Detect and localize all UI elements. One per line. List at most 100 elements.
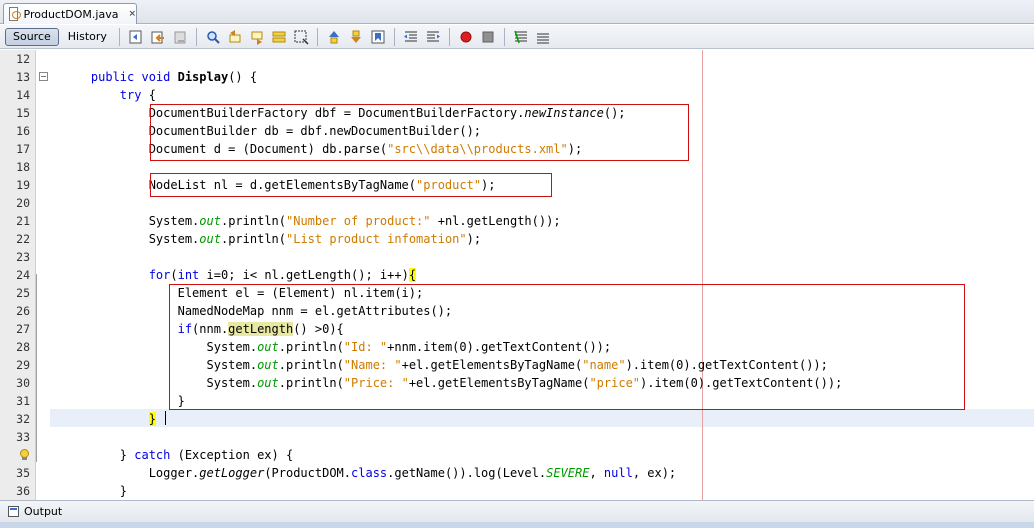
- code-segment: }: [62, 484, 128, 498]
- line-number: 32: [16, 412, 30, 426]
- line-number: 25: [16, 286, 30, 300]
- code-segment: () {: [228, 70, 258, 84]
- code-text: try {: [62, 86, 156, 104]
- code-line: 13 public void Display() {: [0, 68, 1034, 86]
- code-line: 36 }: [0, 482, 1034, 500]
- code-keyword: public void: [62, 70, 171, 84]
- code-line: 34 } catch (Exception ex) {: [0, 446, 1034, 464]
- output-window-icon: [8, 506, 19, 517]
- stop-macro-icon[interactable]: [479, 28, 497, 46]
- start-macro-icon[interactable]: [457, 28, 475, 46]
- output-panel-bar[interactable]: Output: [0, 500, 1034, 522]
- code-editor[interactable]: − 12 13 public void Display() { 14 try {…: [0, 50, 1034, 500]
- line-number: 35: [16, 466, 30, 480]
- tab-title: ProductDOM.java: [23, 7, 119, 21]
- editor-toolbar: Source History: [0, 25, 1034, 49]
- code-line: 21 System.out.println("Number of product…: [0, 212, 1034, 230]
- find-next-icon[interactable]: [248, 28, 266, 46]
- code-line: 22 System.out.println("List product info…: [0, 230, 1034, 248]
- static-method: getLogger: [199, 466, 265, 480]
- find-selection-icon[interactable]: [204, 28, 222, 46]
- code-keyword: catch: [134, 448, 171, 462]
- line-number: 14: [16, 88, 30, 102]
- comment-icon[interactable]: [512, 28, 530, 46]
- line-number: 23: [16, 250, 30, 264]
- line-number: 19: [16, 178, 30, 192]
- code-segment: Logger.: [62, 466, 200, 480]
- toolbar-separator: [393, 27, 395, 46]
- annotation-box: [150, 173, 552, 197]
- line-number: 36: [16, 484, 30, 498]
- line-number: 24: [16, 268, 30, 282]
- source-button[interactable]: Source: [5, 27, 59, 46]
- annotation-box: [169, 284, 965, 410]
- code-segment: .println(: [220, 232, 286, 246]
- line-number: 29: [16, 358, 30, 372]
- code-segment: +nl.getLength());: [430, 214, 561, 228]
- last-edit-icon[interactable]: [127, 28, 145, 46]
- static-field: out: [199, 232, 221, 246]
- previous-bookmark-icon[interactable]: [325, 28, 343, 46]
- editor-tab-bar: ProductDOM.java ×: [0, 0, 1034, 24]
- find-previous-icon[interactable]: [226, 28, 244, 46]
- line-number: 15: [16, 106, 30, 120]
- code-segment: System.: [62, 232, 200, 246]
- line-number: 28: [16, 340, 30, 354]
- toggle-bookmark-icon[interactable]: [369, 28, 387, 46]
- toolbar-separator: [316, 27, 318, 46]
- code-text: }: [62, 392, 185, 410]
- code-line: 14 try {: [0, 86, 1034, 104]
- shift-left-icon[interactable]: [402, 28, 420, 46]
- code-text: Logger.getLogger(ProductDOM.class.getNam…: [62, 464, 676, 482]
- code-text: }: [62, 482, 127, 500]
- code-segment: );: [466, 232, 482, 246]
- tab-close-icon[interactable]: ×: [128, 9, 136, 19]
- code-segment: , ex);: [632, 466, 677, 480]
- code-line: 23: [0, 248, 1034, 266]
- java-file-icon: [9, 7, 21, 21]
- shift-right-icon[interactable]: [424, 28, 442, 46]
- code-text: System.out.println("Number of product:" …: [62, 212, 561, 230]
- output-tab-label[interactable]: Output: [24, 505, 62, 518]
- code-text: System.out.println("List product infomat…: [62, 230, 481, 248]
- code-keyword: for: [62, 268, 171, 282]
- line-number: 27: [16, 322, 30, 336]
- code-keyword: int: [177, 268, 200, 282]
- history-button[interactable]: History: [61, 28, 114, 46]
- code-segment: i=0; i< nl.getLength(); i++): [199, 268, 409, 282]
- line-number: 16: [16, 124, 30, 138]
- code-keyword: try: [62, 88, 142, 102]
- static-field: out: [199, 214, 221, 228]
- line-number: 13: [16, 70, 30, 84]
- tab-productdom-java[interactable]: ProductDOM.java ×: [3, 3, 137, 24]
- annotation-box: [150, 104, 689, 161]
- code-segment: ,: [589, 466, 604, 480]
- line-number: 20: [16, 196, 30, 210]
- uncomment-icon[interactable]: [534, 28, 552, 46]
- static-field: SEVERE: [546, 466, 590, 480]
- line-number: 31: [16, 394, 30, 408]
- code-line: 12: [0, 50, 1034, 68]
- code-keyword: class: [351, 466, 388, 480]
- toggle-rect-selection-icon[interactable]: [292, 28, 310, 46]
- line-number: 26: [16, 304, 30, 318]
- line-number: 12: [16, 52, 30, 66]
- code-segment: }: [62, 394, 185, 408]
- back-icon[interactable]: [149, 28, 167, 46]
- text-caret: [165, 411, 166, 425]
- code-text: } catch (Exception ex) {: [62, 446, 293, 464]
- toolbar-separator: [448, 27, 450, 46]
- toolbar-separator: [118, 27, 120, 46]
- string-literal: "List product infomation": [286, 232, 467, 246]
- line-number: 30: [16, 376, 30, 390]
- next-bookmark-icon[interactable]: [347, 28, 365, 46]
- code-line: 35 Logger.getLogger(ProductDOM.class.get…: [0, 464, 1034, 482]
- code-segment: System.: [62, 214, 200, 228]
- code-keyword: null: [603, 466, 633, 480]
- line-number: 22: [16, 232, 30, 246]
- toggle-highlight-icon[interactable]: [270, 28, 288, 46]
- toolbar-separator: [195, 27, 197, 46]
- forward-icon[interactable]: [171, 28, 189, 46]
